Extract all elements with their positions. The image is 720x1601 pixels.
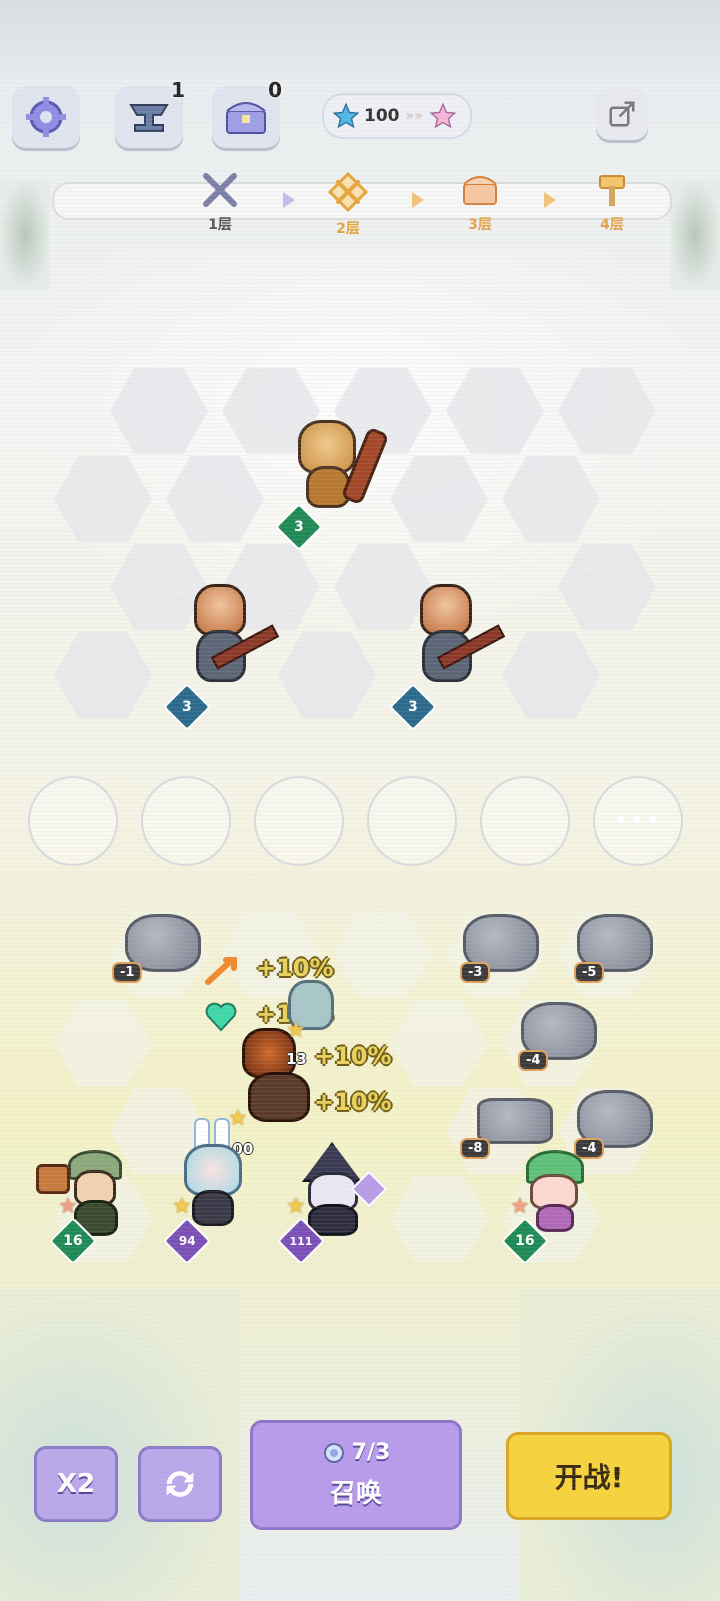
bench-slot[interactable] <box>141 776 231 866</box>
bandit-sword-enemy[interactable] <box>408 580 508 690</box>
stage-1-label: 1层 <box>208 217 232 233</box>
stage-2: 2层 <box>318 171 378 238</box>
bench-slot[interactable] <box>254 776 344 866</box>
star-value: 100 <box>364 106 400 126</box>
refresh-icon <box>166 1471 194 1497</box>
summon-cost-row: 7/3 <box>322 1440 391 1465</box>
start-battle-button[interactable]: 开战! <box>506 1432 672 1520</box>
bench-slot[interactable] <box>367 776 457 866</box>
witch-unit[interactable] <box>292 1142 392 1236</box>
enemy-level-badge: 3 <box>162 682 212 732</box>
bunny-head <box>184 1144 242 1196</box>
chest-count: 0 <box>268 78 282 102</box>
tree-right-decor <box>670 180 720 290</box>
stage-3: 3层 <box>450 172 510 234</box>
share-button[interactable] <box>596 88 648 140</box>
chest-button[interactable]: 0 <box>212 78 282 148</box>
bunny-body <box>192 1190 234 1226</box>
player-hex-tile[interactable] <box>334 912 432 998</box>
stage-3-label: 3层 <box>468 217 492 233</box>
summon-cost: 7/3 <box>351 1440 391 1465</box>
settings-button[interactable] <box>12 86 80 148</box>
speed-label: X2 <box>56 1469 96 1499</box>
rock-rubble-obstacle[interactable] <box>477 1098 553 1144</box>
heart-buff-icon <box>205 1002 237 1032</box>
warrior-body <box>248 1072 310 1122</box>
unit-star-icon: ★ <box>510 1194 530 1219</box>
warrior-unit[interactable] <box>238 980 334 1130</box>
player-hex-tile[interactable] <box>54 1000 152 1086</box>
rock-tag: -4 <box>518 1050 549 1071</box>
star-currency: 100 »» <box>322 93 472 139</box>
monkey-club-enemy[interactable] <box>290 418 390 508</box>
anvil-icon <box>129 104 169 132</box>
hammer-icon <box>599 175 625 206</box>
share-icon <box>609 101 635 127</box>
bandit-sword-enemy[interactable] <box>182 580 282 690</box>
bandit-head <box>420 584 472 636</box>
stage-4: 4层 <box>582 172 642 234</box>
stage-1: 1层 <box>190 172 250 234</box>
summon-label: 召唤 <box>329 1479 382 1509</box>
crossed-swords-icon <box>203 173 237 207</box>
rock-tag: -1 <box>112 962 143 983</box>
player-hex-tile[interactable] <box>390 1000 488 1086</box>
unit-star-icon: ★ <box>286 1018 306 1043</box>
stage-arrow-icon <box>544 192 556 208</box>
axe-hunter-unit[interactable] <box>30 1150 130 1236</box>
bench-slot[interactable] <box>28 776 118 866</box>
treasure-chest-icon <box>226 102 266 134</box>
stage-arrow-icon <box>283 192 295 208</box>
unit-star-icon: ★ <box>172 1194 192 1219</box>
sword-buff-icon <box>205 957 237 985</box>
arrow-chevrons-icon: »» <box>405 108 423 124</box>
unit-value: 13 <box>286 1050 307 1068</box>
unit-star-icon: ★ <box>58 1194 78 1219</box>
anvil-button[interactable]: 1 <box>115 78 185 148</box>
rock-tag: -8 <box>460 1138 491 1159</box>
bench-slot-more[interactable]: ••• <box>593 776 683 866</box>
bench-slot[interactable] <box>480 776 570 866</box>
tree-left-decor <box>0 180 50 290</box>
stage-2-label: 2层 <box>336 221 360 237</box>
enemy-level-badge: 3 <box>388 682 438 732</box>
unit-star-icon: ★ <box>286 1194 306 1219</box>
gear-icon <box>26 97 66 137</box>
bandit-head <box>194 584 246 636</box>
player-hex-tile[interactable] <box>390 1176 488 1262</box>
fight-label: 开战! <box>554 1461 624 1494</box>
more-dots: ••• <box>613 808 663 834</box>
stage-arrow-icon <box>412 192 424 208</box>
rock-tag: -5 <box>574 962 605 983</box>
chest-icon <box>463 176 497 205</box>
attack-buff-text: +10% <box>256 954 334 982</box>
summon-button[interactable]: 7/3 召唤 <box>250 1420 462 1530</box>
blue-star-icon <box>332 102 360 129</box>
anvil-count: 1 <box>171 78 185 102</box>
speed-x2-button[interactable]: X2 <box>34 1446 118 1522</box>
axe-icon <box>36 1164 70 1194</box>
refresh-button[interactable] <box>138 1446 222 1522</box>
girl-body <box>536 1204 574 1232</box>
summon-token-icon <box>323 1442 344 1463</box>
rock-tag: -3 <box>460 962 491 983</box>
green-hat-girl-unit[interactable] <box>518 1150 598 1232</box>
stage-4-label: 4层 <box>600 217 624 233</box>
pink-star-icon <box>429 102 457 129</box>
battle-icon <box>327 171 369 213</box>
ruins-top-decor <box>0 0 720 80</box>
